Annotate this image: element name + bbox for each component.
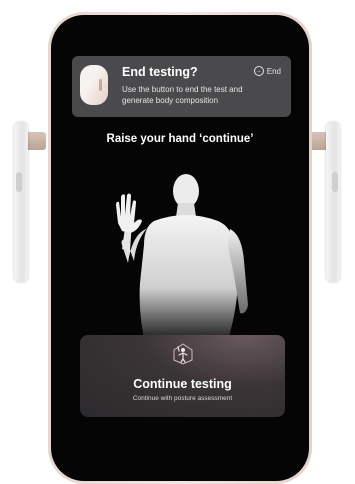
notification-description: Use the button to end the test and gener… xyxy=(122,85,243,105)
end-button[interactable]: → End xyxy=(253,66,281,76)
exit-icon: → xyxy=(253,66,264,76)
raised-hand-figure-illustration xyxy=(116,174,248,347)
mirror-screen: End testing? Use the button to end the t… xyxy=(51,15,309,481)
left-handle xyxy=(14,122,46,282)
notification-title: End testing? xyxy=(122,65,198,79)
mirror-device: End testing? Use the button to end the t… xyxy=(48,12,312,484)
end-testing-notification: End testing? Use the button to end the t… xyxy=(72,56,291,117)
continue-testing-card[interactable]: Continue testing Continue with posture a… xyxy=(80,335,285,417)
device-thumbnail-icon xyxy=(80,65,108,105)
right-handle xyxy=(310,122,340,282)
gesture-prompt: Raise your hand ‘continue’ xyxy=(106,133,254,145)
raise-hand-person-icon xyxy=(173,343,193,365)
continue-testing-sublabel: Continue with posture assessment xyxy=(132,395,233,402)
continue-testing-label: Continue testing xyxy=(133,377,232,391)
smart-mirror-mockup: End testing? Use the button to end the t… xyxy=(0,0,355,484)
end-button-label: End xyxy=(266,66,281,76)
